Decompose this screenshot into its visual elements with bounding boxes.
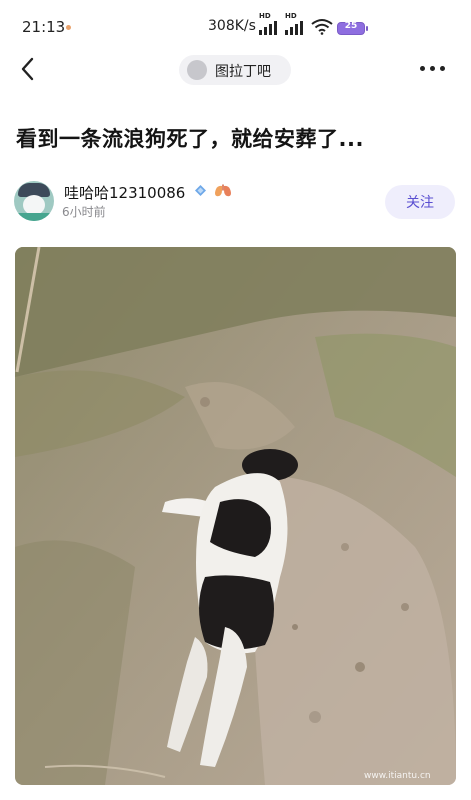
network-speed: 308K/s	[208, 18, 256, 34]
status-bar: 21:13 308K/s HD HD 25	[0, 0, 471, 50]
lungs-icon	[215, 184, 231, 197]
notification-dot	[66, 25, 71, 30]
post-time: 6小时前	[62, 205, 106, 219]
status-time: 21:13	[22, 18, 66, 36]
battery-level: 25	[344, 21, 358, 31]
post-photo[interactable]	[15, 247, 456, 785]
signal-2-icon	[285, 19, 307, 35]
more-icon[interactable]	[419, 62, 447, 76]
battery-tip	[366, 26, 368, 31]
signal-1-icon	[259, 19, 281, 35]
author-avatar[interactable]	[14, 181, 54, 221]
forum-avatar	[187, 60, 207, 80]
back-icon[interactable]	[16, 56, 40, 82]
post-title: 看到一条流浪狗死了，就给安葬了...	[16, 127, 364, 151]
forum-name: 图拉丁吧	[215, 64, 271, 80]
watermark: www.itiantu.cn	[364, 771, 431, 781]
battery-icon: 25	[337, 21, 365, 35]
follow-button[interactable]: 关注	[385, 185, 455, 219]
wifi-icon	[311, 19, 333, 35]
author-name[interactable]: 哇哈哈12310086	[64, 182, 185, 203]
forum-chip[interactable]: 图拉丁吧	[179, 55, 291, 85]
diamond-icon	[195, 185, 206, 196]
